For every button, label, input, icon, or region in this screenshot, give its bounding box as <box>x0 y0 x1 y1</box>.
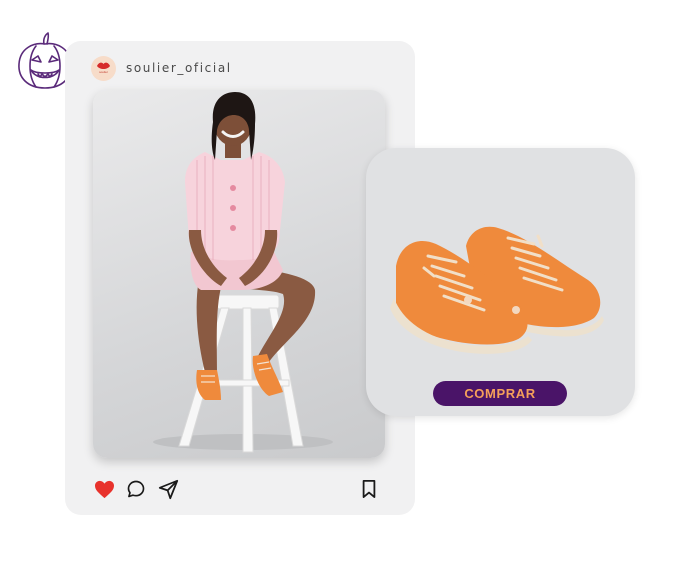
product-card[interactable]: COMPRAR <box>366 148 635 416</box>
comment-button[interactable] <box>125 478 147 500</box>
avatar[interactable]: soulier <box>91 55 116 81</box>
buy-button[interactable]: COMPRAR <box>433 381 567 406</box>
username[interactable]: soulier_oficial <box>126 61 232 75</box>
heart-icon <box>94 480 114 498</box>
share-button[interactable] <box>157 478 179 500</box>
post-card: soulier soulier_oficial <box>65 41 415 515</box>
send-icon <box>158 479 178 499</box>
avatar-text: soulier <box>99 69 108 74</box>
bookmark-icon <box>362 480 376 498</box>
post-header: soulier soulier_oficial <box>91 55 232 81</box>
post-actions <box>93 478 189 500</box>
product-image <box>390 226 604 354</box>
lips-logo-icon <box>97 62 110 69</box>
save-button[interactable] <box>358 478 380 500</box>
post-photo <box>93 90 385 458</box>
model-photo <box>153 92 333 453</box>
comment-icon <box>127 480 145 498</box>
like-button[interactable] <box>93 478 115 500</box>
